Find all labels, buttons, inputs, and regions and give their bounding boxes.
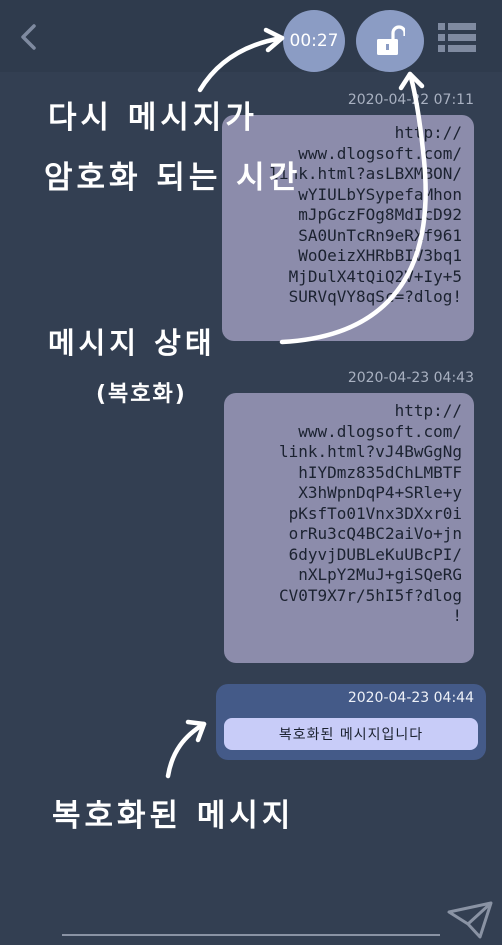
annotation-arrows [165,27,428,779]
paper-plane-icon[interactable] [446,900,494,940]
arrow-to-lock-icon [279,71,428,345]
message-input-line[interactable] [62,934,440,936]
arrow-to-decrypted-card [165,721,207,779]
